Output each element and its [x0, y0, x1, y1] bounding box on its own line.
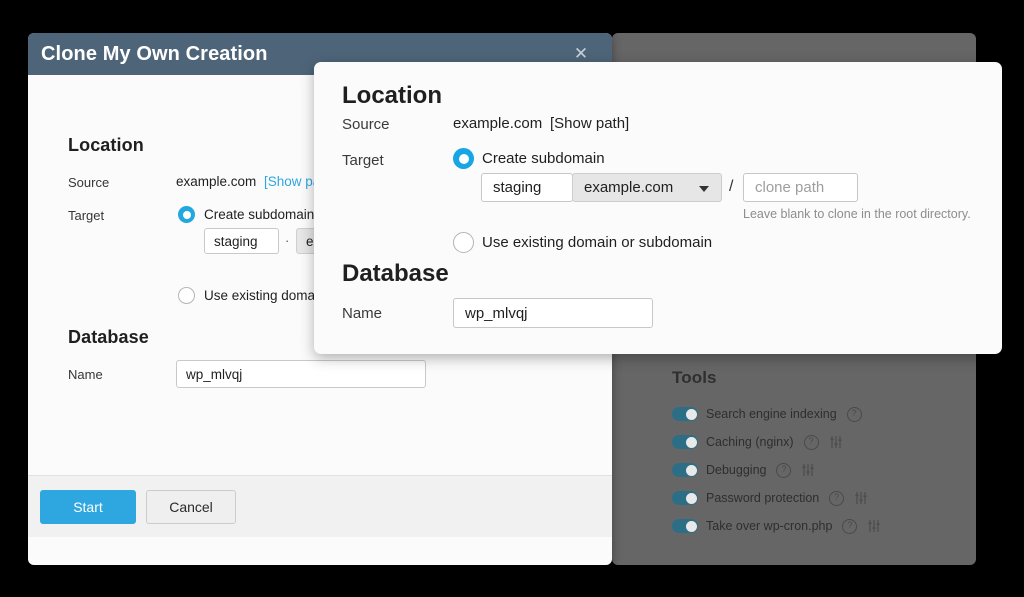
database-name-label: Name: [68, 367, 103, 382]
help-icon[interactable]: ?: [846, 406, 862, 422]
dialog-title: Clone My Own Creation: [41, 42, 268, 65]
inset-path-separator: /: [729, 178, 734, 195]
inset-domain-select-value: example.com: [584, 179, 674, 196]
location-heading: Location: [68, 135, 144, 155]
radio-label-create-subdomain[interactable]: Create subdomain: [204, 207, 314, 222]
tool-label-debugging: Debugging: [706, 463, 767, 477]
sliders-icon[interactable]: [854, 491, 868, 505]
tool-row-debugging[interactable]: Debugging ?: [672, 456, 972, 484]
sliders-icon[interactable]: [829, 435, 843, 449]
sliders-icon[interactable]: [801, 463, 815, 477]
inset-database-name-input[interactable]: [453, 298, 653, 328]
tool-row-caching-nginx[interactable]: Caching (nginx) ?: [672, 428, 972, 456]
source-value: example.com: [176, 174, 257, 189]
tool-label-password-protection: Password protection: [706, 491, 820, 505]
tools-heading: Tools: [672, 368, 717, 387]
toggle-take-over-wp-cron[interactable]: [672, 519, 698, 533]
toggle-search-engine-indexing[interactable]: [672, 407, 698, 421]
toggle-debugging[interactable]: [672, 463, 698, 477]
inset-database-name-label: Name: [342, 305, 383, 322]
radio-create-subdomain[interactable]: [178, 206, 195, 223]
help-icon[interactable]: ?: [776, 462, 792, 478]
inset-source-value: example.com: [453, 115, 543, 132]
inset-radio-label-use-existing-domain[interactable]: Use existing domain or subdomain: [482, 234, 712, 251]
subdomain-input[interactable]: [204, 228, 279, 254]
chevron-down-icon: [699, 185, 709, 192]
dialog-footer: Start Cancel: [28, 475, 612, 537]
tool-label-caching-nginx: Caching (nginx): [706, 435, 794, 449]
inset-radio-use-existing-domain[interactable]: [453, 232, 474, 253]
inset-target-label: Target: [342, 152, 384, 169]
tool-row-password-protection[interactable]: Password protection ?: [672, 484, 972, 512]
radio-use-existing-domain[interactable]: [178, 287, 195, 304]
toggle-password-protection[interactable]: [672, 491, 698, 505]
inset-clone-path-hint: Leave blank to clone in the root directo…: [743, 207, 971, 221]
database-name-input[interactable]: [176, 360, 426, 388]
tool-label-take-over-wp-cron: Take over wp-cron.php: [706, 519, 833, 533]
subdomain-dot-separator: ·: [285, 233, 290, 248]
inset-subdomain-input[interactable]: [481, 173, 573, 202]
tool-label-search-engine-indexing: Search engine indexing: [706, 407, 837, 421]
inset-show-path-link[interactable]: [Show path]: [550, 115, 629, 132]
inset-source-label: Source: [342, 116, 390, 133]
help-icon[interactable]: ?: [829, 490, 845, 506]
source-label: Source: [68, 175, 110, 190]
start-button[interactable]: Start: [40, 490, 136, 524]
toggle-caching-nginx[interactable]: [672, 435, 698, 449]
tool-row-take-over-wp-cron[interactable]: Take over wp-cron.php ?: [672, 512, 972, 540]
sliders-icon[interactable]: [867, 519, 881, 533]
cancel-button[interactable]: Cancel: [146, 490, 236, 524]
help-icon[interactable]: ?: [842, 518, 858, 534]
inset-domain-select[interactable]: example.com: [572, 173, 722, 202]
inset-clone-path-input[interactable]: [743, 173, 858, 202]
tool-row-search-engine-indexing[interactable]: Search engine indexing ?: [672, 400, 972, 428]
help-icon[interactable]: ?: [803, 434, 819, 450]
inset-database-heading: Database: [342, 260, 449, 287]
inset-radio-label-create-subdomain[interactable]: Create subdomain: [482, 150, 605, 167]
tools-section: Tools Search engine indexing ? Caching (…: [672, 368, 972, 540]
inset-location-heading: Location: [342, 82, 442, 109]
magnified-inset-panel: Location Source example.com [Show path] …: [314, 62, 1002, 354]
database-heading: Database: [68, 327, 149, 347]
target-label: Target: [68, 208, 105, 223]
inset-radio-create-subdomain[interactable]: [453, 148, 474, 169]
close-icon[interactable]: ✕: [571, 44, 591, 64]
